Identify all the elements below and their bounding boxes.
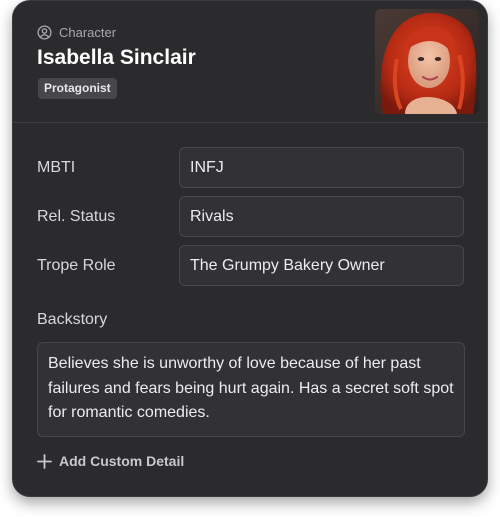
plus-icon <box>37 453 52 469</box>
add-custom-detail-button[interactable]: Add Custom Detail <box>37 453 184 469</box>
trope-role-field[interactable]: The Grumpy Bakery Owner <box>179 245 464 286</box>
card-header: Character Isabella Sinclair Protagonist <box>13 1 487 123</box>
character-portrait[interactable] <box>375 9 479 114</box>
field-row-rel-status: Rel. Status Rivals <box>37 196 465 237</box>
add-custom-detail-label: Add Custom Detail <box>59 453 185 469</box>
role-badge[interactable]: Protagonist <box>38 78 117 99</box>
rel-status-field[interactable]: Rivals <box>179 196 464 237</box>
backstory-textarea[interactable]: Believes she is unworthy of love because… <box>37 342 465 437</box>
entity-type-label: Character <box>59 25 117 40</box>
user-circle-icon <box>37 25 52 40</box>
field-label-trope-role: Trope Role <box>37 257 116 274</box>
mbti-field[interactable]: INFJ <box>179 147 464 188</box>
entity-type: Character <box>37 25 116 40</box>
field-row-mbti: MBTI INFJ <box>37 147 465 188</box>
character-card: Character Isabella Sinclair Protagonist <box>12 0 488 497</box>
backstory-label: Backstory <box>37 311 108 328</box>
field-label-mbti: MBTI <box>37 159 76 176</box>
field-row-trope-role: Trope Role The Grumpy Bakery Owner <box>37 245 465 286</box>
character-name[interactable]: Isabella Sinclair <box>37 46 196 70</box>
field-label-rel-status: Rel. Status <box>37 208 116 225</box>
